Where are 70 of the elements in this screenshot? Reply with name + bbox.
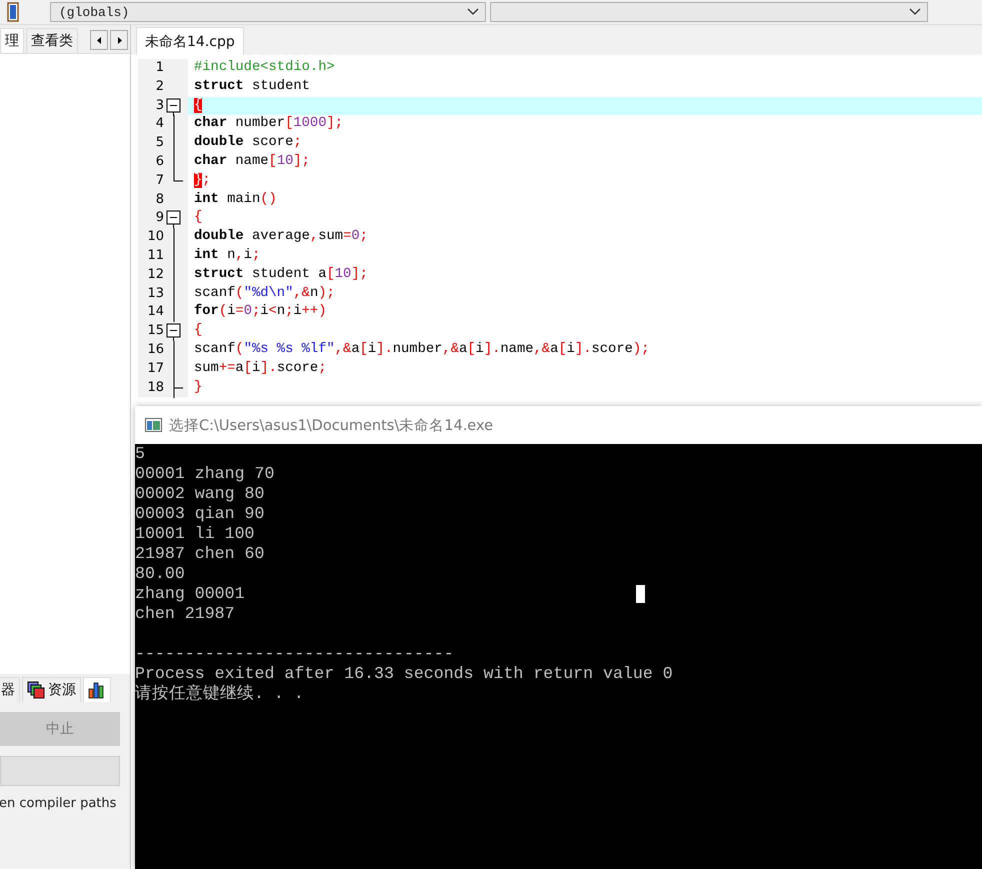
- console-line: Process exited after 16.33 seconds with return value 0: [135, 664, 673, 684]
- code-line: #include<stdio.h>: [193, 59, 335, 77]
- console-line: 00001 zhang 70: [135, 464, 274, 484]
- panel-tab[interactable]: 器: [0, 677, 20, 702]
- line-number: 10: [146, 228, 164, 246]
- code-line: char number[1000];: [193, 115, 344, 134]
- compiler-note: en compiler paths: [0, 796, 118, 811]
- code-line: for(i=0;i<n;i++): [193, 303, 326, 322]
- console-line: 00003 qian 90: [135, 504, 264, 524]
- panel-tab[interactable]: 资源: [22, 677, 81, 702]
- code-line: {: [193, 209, 202, 228]
- panel-tab[interactable]: 查看类: [26, 28, 78, 53]
- line-number: 7: [154, 172, 164, 190]
- code-line: double score;: [193, 134, 302, 152]
- line-number: 6: [154, 152, 164, 171]
- line-number: 1: [154, 59, 164, 77]
- line-number: 15: [146, 322, 164, 340]
- console-line: 80.00: [135, 564, 185, 584]
- console-line: chen 21987: [135, 604, 235, 624]
- fold-toggle-icon[interactable]: [166, 96, 182, 116]
- console-line: 5: [135, 444, 145, 464]
- code-line: double average,sum=0;: [193, 228, 368, 246]
- fold-toggle-icon[interactable]: [166, 322, 182, 342]
- file-icon[interactable]: [6, 2, 20, 22]
- console-line: --------------------------------: [135, 644, 454, 664]
- code-line: struct student: [193, 78, 310, 96]
- console-line: 10001 li 100: [135, 524, 254, 544]
- console-line: 21987 chen 60: [135, 544, 264, 564]
- triangle-right-icon: [116, 36, 122, 44]
- line-number: 8: [154, 190, 164, 209]
- line-number: 12: [146, 266, 164, 284]
- layers-icon: [27, 681, 45, 699]
- text-cursor: [636, 585, 645, 603]
- code-line: };: [193, 172, 211, 190]
- code-line: }: [193, 378, 202, 397]
- line-number: 4: [154, 115, 164, 134]
- console-line: zhang 00001: [135, 584, 245, 604]
- fold-toggle-icon[interactable]: [166, 209, 182, 228]
- scope-select[interactable]: (globals): [50, 2, 486, 22]
- chevron-down-icon: [909, 8, 921, 16]
- line-number: 11: [146, 246, 164, 265]
- line-number: 9: [154, 209, 164, 228]
- console-icon: [145, 417, 163, 433]
- console-line: 请按任意键继续. . .: [135, 684, 304, 704]
- code-line: sum+=a[i].score;: [193, 360, 326, 378]
- line-number: 5: [154, 134, 164, 152]
- panel-tab[interactable]: [83, 677, 111, 702]
- bar-chart-icon: [88, 681, 106, 699]
- line-number: 17: [146, 360, 164, 378]
- code-line: {: [193, 322, 202, 340]
- file-tab[interactable]: 未命名14.cpp: [136, 27, 244, 55]
- scroll-right-button[interactable]: [110, 30, 128, 50]
- scroll-left-button[interactable]: [90, 30, 108, 50]
- console-line: 00002 wang 80: [135, 484, 264, 504]
- chevron-down-icon: [467, 8, 479, 16]
- line-number: 14: [146, 303, 164, 322]
- line-number: 13: [146, 284, 164, 303]
- line-number: 3: [154, 96, 164, 115]
- code-line: int n,i;: [193, 246, 260, 265]
- triangle-left-icon: [96, 36, 102, 44]
- code-line: char name[10];: [193, 152, 310, 171]
- code-line: struct student a[10];: [193, 266, 368, 284]
- code-line: int main(): [193, 190, 277, 209]
- line-number: 18: [146, 378, 164, 397]
- line-number: 16: [146, 340, 164, 359]
- code-line: scanf("%s %s %lf",&a[i].number,&a[i].name,&a[i].score);: [193, 340, 650, 359]
- console-title: 选择C:\Users\asus1\Documents\未命名14.exe: [169, 416, 494, 434]
- line-number: 2: [154, 78, 164, 96]
- code-line: scanf("%d\n",&n);: [193, 284, 335, 303]
- panel-tab[interactable]: 理: [0, 28, 24, 53]
